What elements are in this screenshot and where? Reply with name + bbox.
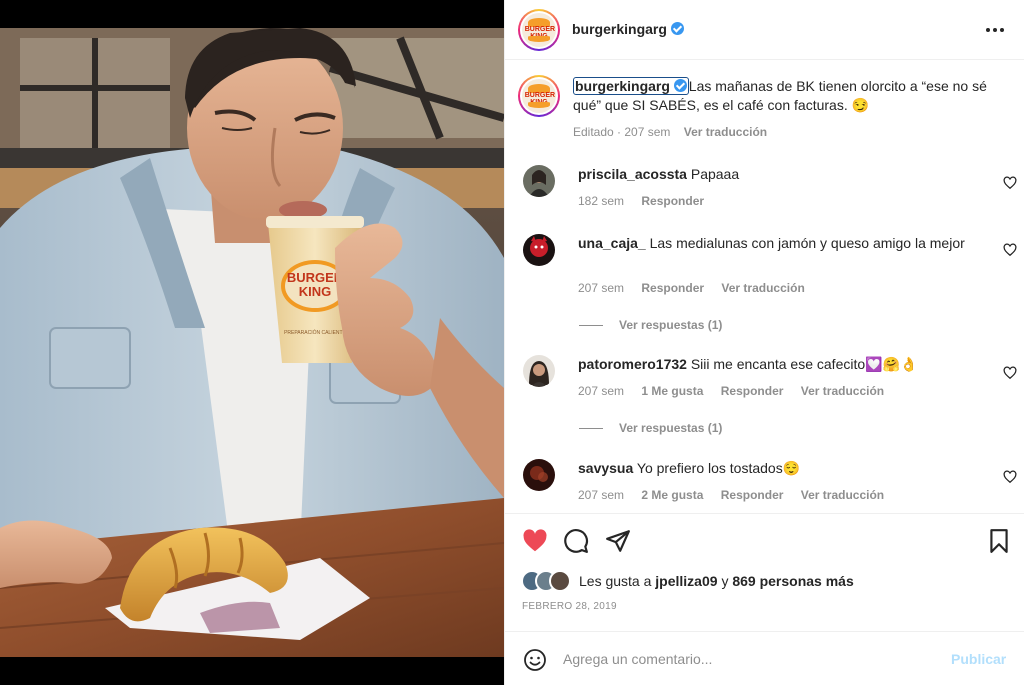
translate-button[interactable]: Ver traducción xyxy=(721,281,804,295)
comment-text: Yo prefiero los tostados😌 xyxy=(636,460,801,476)
bookmark-icon[interactable] xyxy=(986,528,1012,554)
likes-summary[interactable]: Les gusta a jpelliza09 y 869 personas má… xyxy=(521,570,854,592)
comment-meta: 182 sem Responder xyxy=(578,194,718,208)
comments-list[interactable]: BURGERKING burgerkingarg Las mañanas de … xyxy=(505,61,1024,513)
comment-time[interactable]: 207 sem xyxy=(578,488,624,502)
likes-conjunction: y xyxy=(721,573,729,589)
comment-time[interactable]: 207 sem xyxy=(578,281,624,295)
burger-king-logo: BURGERKING xyxy=(522,79,556,113)
comment-username[interactable]: patoromero1732 xyxy=(578,356,687,372)
comment-text: Siii me encanta ese cafecito💟🤗👌 xyxy=(690,356,918,372)
comment-username[interactable]: savysua xyxy=(578,460,633,476)
comment-likes-count[interactable]: 1 Me gusta xyxy=(641,384,703,398)
publish-button[interactable]: Publicar xyxy=(951,651,1006,667)
comment-meta: 207 sem Responder Ver traducción xyxy=(578,281,819,295)
like-comment-heart-icon[interactable] xyxy=(1003,470,1017,484)
like-comment-heart-icon[interactable] xyxy=(1003,366,1017,380)
verified-badge-icon xyxy=(670,22,684,35)
more-options-button[interactable] xyxy=(983,18,1007,42)
comment-time[interactable]: 207 sem xyxy=(578,384,624,398)
post-header: BURGERKING burgerkingarg xyxy=(505,0,1024,60)
author-username-row[interactable]: burgerkingarg xyxy=(572,21,684,37)
likes-user-link[interactable]: jpelliza09 xyxy=(655,573,717,589)
caption-time[interactable]: 207 sem xyxy=(624,125,670,139)
likes-prefix: Les gusta a xyxy=(579,573,652,589)
caption-body: burgerkingarg Las mañanas de BK tienen o… xyxy=(573,77,1013,115)
more-horizontal-icon xyxy=(986,28,990,32)
reply-button[interactable]: Responder xyxy=(721,384,784,398)
comment-likes-count[interactable]: 2 Me gusta xyxy=(641,488,703,502)
post-media: BURGER KING PREPARACIÓN CALIENTE xyxy=(0,0,504,685)
translate-button[interactable]: Ver traducción xyxy=(801,488,884,502)
post-date[interactable]: FEBRERO 28, 2019 xyxy=(522,601,617,612)
replies-divider xyxy=(579,428,603,430)
heart-filled-icon[interactable] xyxy=(522,528,548,554)
post-photo[interactable]: BURGER KING PREPARACIÓN CALIENTE xyxy=(0,28,504,657)
comment-bubble-icon[interactable] xyxy=(563,528,589,554)
comment-avatar[interactable] xyxy=(523,165,555,197)
svg-text:PREPARACIÓN CALIENTE: PREPARACIÓN CALIENTE xyxy=(284,329,347,336)
comment-avatar[interactable] xyxy=(523,234,555,266)
comment-body: savysua Yo prefiero los tostados😌 xyxy=(578,459,978,478)
comment-body: priscila_acossta Papaaa xyxy=(578,165,978,184)
translate-button[interactable]: Ver traducción xyxy=(801,384,884,398)
paper-plane-icon[interactable] xyxy=(605,528,631,554)
view-replies-button[interactable]: Ver respuestas (1) xyxy=(579,318,722,332)
comment-username[interactable]: priscila_acossta xyxy=(578,166,687,182)
comment-time[interactable]: 182 sem xyxy=(578,194,624,208)
instagram-post: BURGER KING PREPARACIÓN CALIENTE BURGER … xyxy=(0,0,1024,685)
caption-edited: Editado xyxy=(573,125,614,139)
comment-text: Las medialunas con jamón y queso amigo l… xyxy=(649,235,965,251)
view-replies-button[interactable]: Ver respuestas (1) xyxy=(579,421,722,435)
comment-meta: 207 sem 2 Me gusta Responder Ver traducc… xyxy=(578,488,898,502)
comment-avatar[interactable] xyxy=(523,355,555,387)
svg-text:KING: KING xyxy=(299,284,332,299)
comment-input[interactable] xyxy=(563,644,943,674)
avatar xyxy=(549,570,571,592)
likes-others-link[interactable]: 869 personas más xyxy=(732,573,853,589)
post-sidebar: BURGERKING burgerkingarg xyxy=(504,0,1024,685)
caption-username-link[interactable]: burgerkingarg xyxy=(573,77,689,95)
comment-body: patoromero1732 Siii me encanta ese cafec… xyxy=(578,355,978,374)
like-comment-heart-icon[interactable] xyxy=(1003,176,1017,190)
replies-divider xyxy=(579,325,603,327)
verified-badge-icon xyxy=(673,79,687,92)
reply-button[interactable]: Responder xyxy=(721,488,784,502)
caption-translate-link[interactable]: Ver traducción xyxy=(684,125,767,139)
comment-meta: 207 sem 1 Me gusta Responder Ver traducc… xyxy=(578,384,898,398)
comment-body: una_caja_ Las medialunas con jamón y que… xyxy=(578,234,978,253)
add-comment-bar: Publicar xyxy=(505,631,1024,685)
caption-avatar[interactable]: BURGERKING xyxy=(518,75,560,117)
burger-king-logo: BURGERKING xyxy=(522,13,556,47)
author-username[interactable]: burgerkingarg xyxy=(572,21,667,37)
comment-text: Papaaa xyxy=(690,166,740,182)
post-actions: Les gusta a jpelliza09 y 869 personas má… xyxy=(505,513,1024,631)
comment-avatar[interactable] xyxy=(523,459,555,491)
svg-text:BURGER: BURGER xyxy=(287,270,344,285)
reply-button[interactable]: Responder xyxy=(641,194,704,208)
emoji-smile-icon[interactable] xyxy=(523,648,547,672)
like-comment-heart-icon[interactable] xyxy=(1003,243,1017,257)
author-avatar[interactable]: BURGERKING xyxy=(518,9,560,51)
caption-meta: Editado · 207 sem Ver traducción xyxy=(573,125,768,139)
reply-button[interactable]: Responder xyxy=(641,281,704,295)
comment-username[interactable]: una_caja_ xyxy=(578,235,646,251)
liker-avatars xyxy=(521,570,575,592)
